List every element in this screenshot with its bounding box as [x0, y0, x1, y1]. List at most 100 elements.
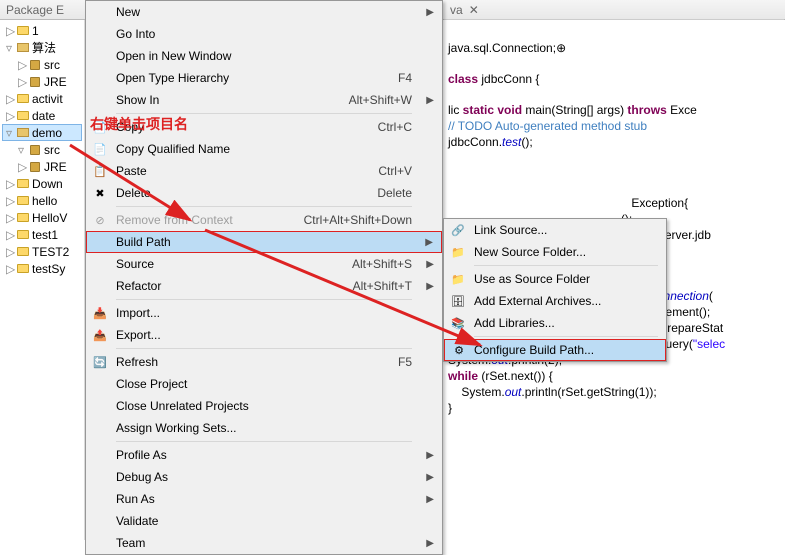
- menu-open-type-hierarchy[interactable]: Open Type HierarchyF4: [86, 67, 442, 89]
- submenu-use-as-source-folder[interactable]: 📁Use as Source Folder: [444, 268, 666, 290]
- twisty-icon[interactable]: ▷: [6, 194, 16, 208]
- tree-label: HelloV: [32, 211, 67, 225]
- package-explorer-tree: ▷1▿算法▷src▷JRE▷activit▷date▿demo▿src▷JRE▷…: [0, 20, 85, 540]
- menu-profile-as[interactable]: Profile As ▶: [86, 444, 442, 466]
- tree-label: activit: [32, 92, 63, 106]
- pkg-icon: [28, 59, 42, 71]
- menu-new[interactable]: New▶: [86, 1, 442, 23]
- submenu-add-external-archives-[interactable]: 🗄Add External Archives...: [444, 290, 666, 312]
- twisty-icon[interactable]: ▷: [6, 211, 16, 225]
- tree-item-demo[interactable]: ▿ demo: [2, 124, 82, 141]
- menu-validate[interactable]: Validate: [86, 510, 442, 532]
- submenu-label: Configure Build Path...: [474, 343, 594, 357]
- menu-label: Refactor: [116, 279, 161, 293]
- twisty-icon[interactable]: ▿: [6, 41, 16, 55]
- tree-item-hello[interactable]: ▷ hello: [2, 192, 82, 209]
- tree-label: 1: [32, 24, 39, 38]
- submenu-icon: ⚙: [451, 342, 467, 358]
- menu-label: Team: [116, 536, 145, 550]
- tree-label: src: [44, 143, 60, 157]
- twisty-icon[interactable]: ▿: [18, 143, 28, 157]
- submenu-separator: [474, 265, 658, 266]
- twisty-icon[interactable]: ▷: [18, 160, 28, 174]
- close-icon[interactable]: ✕: [469, 3, 479, 17]
- submenu-label: Add External Archives...: [474, 294, 601, 308]
- menu-shortcut: F5: [398, 355, 412, 369]
- tree-item-down[interactable]: ▷Down: [2, 175, 82, 192]
- menu-delete[interactable]: ✖DeleteDelete: [86, 182, 442, 204]
- menu-import-[interactable]: 📥Import...: [86, 302, 442, 324]
- twisty-icon[interactable]: ▷: [18, 75, 28, 89]
- tree-label: src: [44, 58, 60, 72]
- tree-item-date[interactable]: ▷date: [2, 107, 82, 124]
- submenu-icon: 📁: [450, 271, 466, 287]
- twisty-icon[interactable]: ▷: [6, 24, 16, 38]
- menu-shortcut: Alt+Shift+S: [352, 257, 412, 271]
- tree-item-activit[interactable]: ▷ activit: [2, 90, 82, 107]
- folder-icon: [16, 93, 30, 105]
- menu-show-in[interactable]: Show InAlt+Shift+W▶: [86, 89, 442, 111]
- menu-refresh[interactable]: 🔄 Refresh F5: [86, 351, 442, 373]
- menu-copy-qualified-name[interactable]: 📄Copy Qualified Name: [86, 138, 442, 160]
- folder-icon: [16, 229, 30, 241]
- menu-build-path[interactable]: Build Path▶: [86, 231, 442, 253]
- tree-item-test1[interactable]: ▷test1: [2, 226, 82, 243]
- tree-label: hello: [32, 194, 57, 208]
- submenu-label: Add Libraries...: [474, 316, 555, 330]
- menu-debug-as[interactable]: Debug As▶: [86, 466, 442, 488]
- tree-item-testsy[interactable]: ▷testSy: [2, 260, 82, 277]
- menu-label: Refresh: [116, 355, 158, 369]
- twisty-icon[interactable]: ▷: [6, 262, 16, 276]
- twisty-icon[interactable]: ▷: [18, 58, 28, 72]
- annotation-text: 右键单击项目名: [90, 114, 188, 134]
- tree-label: demo: [32, 126, 62, 140]
- menu-label: Profile As: [116, 448, 167, 462]
- menu-source[interactable]: SourceAlt+Shift+S▶: [86, 253, 442, 275]
- twisty-icon[interactable]: ▷: [6, 92, 16, 106]
- submenu-icon: 📚: [450, 315, 466, 331]
- twisty-icon[interactable]: ▷: [6, 228, 16, 242]
- menu-paste[interactable]: 📋PasteCtrl+V: [86, 160, 442, 182]
- tree-item-算法[interactable]: ▿算法: [2, 39, 82, 56]
- twisty-icon[interactable]: ▿: [6, 126, 16, 140]
- menu-export-[interactable]: 📤Export...: [86, 324, 442, 346]
- tree-item-test2[interactable]: ▷TEST2: [2, 243, 82, 260]
- tab-title: Package E: [6, 3, 64, 17]
- menu-icon: 🔄: [92, 354, 108, 370]
- editor-tab-label: va: [450, 3, 463, 17]
- tree-item-1[interactable]: ▷1: [2, 22, 82, 39]
- menu-close-unrelated-projects[interactable]: Close Unrelated Projects: [86, 395, 442, 417]
- submenu-separator: [474, 336, 658, 337]
- menu-refactor[interactable]: RefactorAlt+Shift+T▶: [86, 275, 442, 297]
- submenu-add-libraries-[interactable]: 📚 Add Libraries...: [444, 312, 666, 334]
- tree-item-jre[interactable]: ▷ JRE: [2, 73, 82, 90]
- twisty-icon[interactable]: ▷: [6, 109, 16, 123]
- menu-icon: ⊘: [92, 212, 108, 228]
- editor-tab[interactable]: va ✕: [444, 0, 784, 20]
- submenu-link-source-[interactable]: 🔗Link Source...: [444, 219, 666, 241]
- tree-item-hellov[interactable]: ▷ HelloV: [2, 209, 82, 226]
- menu-close-project[interactable]: Close Project: [86, 373, 442, 395]
- folder-icon: [16, 263, 30, 275]
- submenu-label: New Source Folder...: [474, 245, 586, 259]
- menu-label: Go Into: [116, 27, 155, 41]
- menu-go-into[interactable]: Go Into: [86, 23, 442, 45]
- twisty-icon[interactable]: ▷: [6, 245, 16, 259]
- menu-label: Show In: [116, 93, 159, 107]
- menu-remove-from-context: ⊘Remove from ContextCtrl+Alt+Shift+Down: [86, 209, 442, 231]
- menu-open-in-new-window[interactable]: Open in New Window: [86, 45, 442, 67]
- submenu-arrow-icon: ▶: [426, 494, 434, 505]
- submenu-new-source-folder-[interactable]: 📁New Source Folder...: [444, 241, 666, 263]
- submenu-arrow-icon: ▶: [426, 450, 434, 461]
- submenu-configure-build-path-[interactable]: ⚙ Configure Build Path...: [444, 339, 666, 361]
- menu-run-as[interactable]: Run As▶: [86, 488, 442, 510]
- tree-item-src[interactable]: ▿ src: [2, 141, 82, 158]
- twisty-icon[interactable]: ▷: [6, 177, 16, 191]
- tree-item-jre[interactable]: ▷JRE: [2, 158, 82, 175]
- menu-assign-working-sets-[interactable]: Assign Working Sets...: [86, 417, 442, 439]
- menu-icon: 📥: [92, 305, 108, 321]
- menu-team[interactable]: Team▶: [86, 532, 442, 554]
- tree-label: JRE: [44, 75, 67, 89]
- tree-item-src[interactable]: ▷ src: [2, 56, 82, 73]
- pkg-icon: [28, 76, 42, 88]
